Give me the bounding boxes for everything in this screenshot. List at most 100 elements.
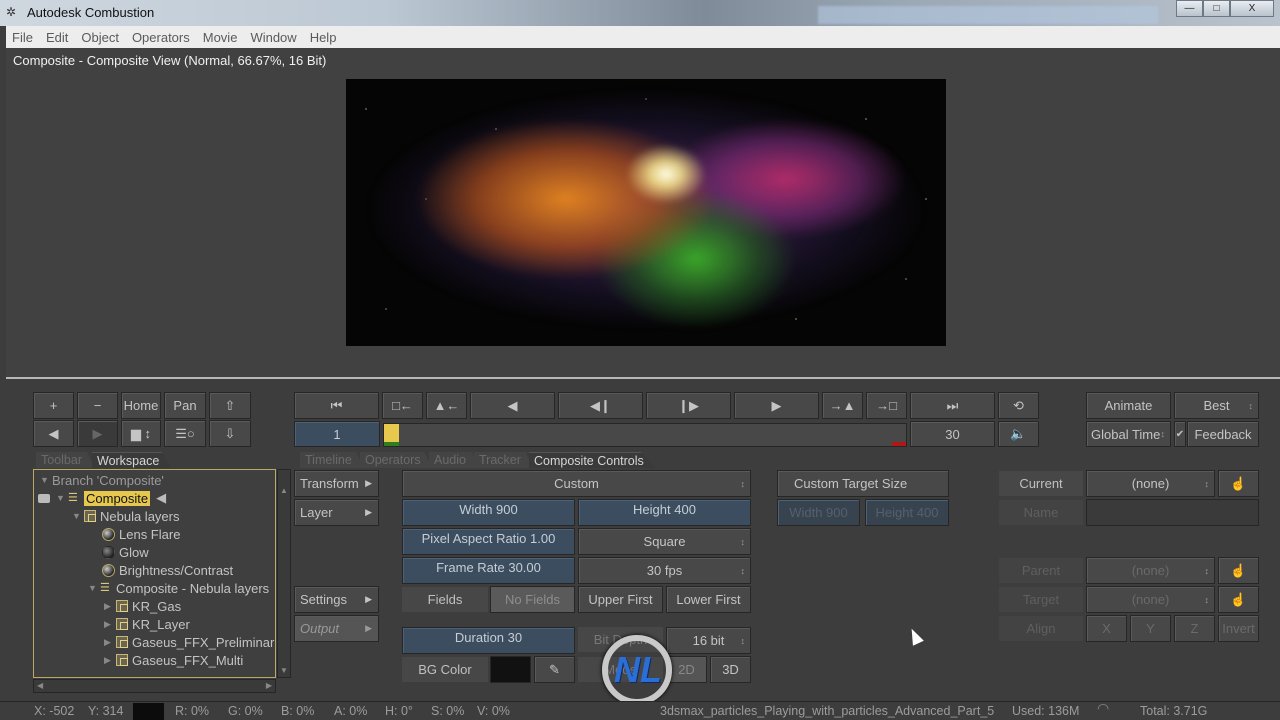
tab-toolbar[interactable]: Toolbar	[36, 452, 94, 468]
parent-dropdown[interactable]: (none)	[1086, 557, 1215, 584]
menu-object[interactable]: Object	[81, 30, 119, 45]
loop-button[interactable]: ⟲	[998, 392, 1039, 419]
target-dropdown[interactable]: (none)	[1086, 586, 1215, 613]
tree-item[interactable]: Lens Flare	[102, 525, 275, 543]
step-forward-button[interactable]: ❙▶	[646, 392, 731, 419]
invert-button[interactable]: Invert	[1218, 615, 1259, 642]
tree-vertical-scrollbar[interactable]: ▲ ▼	[277, 469, 291, 678]
expand-triangle-icon[interactable]: ▼	[40, 475, 52, 485]
collapse-triangle-icon[interactable]: ▶	[104, 655, 116, 666]
name-input[interactable]	[1086, 499, 1259, 526]
pan-button[interactable]: Pan	[164, 392, 206, 419]
collapse-triangle-icon[interactable]: ▶	[104, 619, 116, 630]
duration-slider[interactable]: Duration 30	[402, 627, 575, 654]
end-frame-field[interactable]: 30	[910, 421, 995, 447]
tree-item[interactable]: ▼ Branch 'Composite'	[40, 471, 275, 489]
schematic-button[interactable]: ☰○	[164, 420, 206, 447]
import-down-button[interactable]: ⇩	[209, 420, 251, 447]
current-pick-button[interactable]: ☝	[1218, 470, 1259, 497]
tree-item[interactable]: Glow	[102, 543, 275, 561]
back-button[interactable]: ◀	[33, 420, 74, 447]
tree-item[interactable]: ▶ Gaseus_FFX_Multi	[104, 651, 275, 669]
transform-menu-button[interactable]: Transform ▶	[294, 470, 379, 497]
collapse-triangle-icon[interactable]: ▶	[104, 637, 116, 648]
tab-operators[interactable]: Operators	[360, 452, 433, 468]
fps-dropdown[interactable]: 30 fps	[578, 557, 751, 584]
menu-file[interactable]: File	[12, 30, 33, 45]
tree-item[interactable]: ▶ KR_Gas	[104, 597, 275, 615]
tree-item[interactable]: ▼ ☰ Composite ◀	[38, 489, 275, 507]
tab-timeline[interactable]: Timeline	[300, 452, 364, 468]
play-reverse-button[interactable]: ◀	[470, 392, 555, 419]
pixel-aspect-slider[interactable]: Pixel Aspect Ratio 1.00	[402, 528, 575, 555]
lower-first-option[interactable]: Lower First	[666, 586, 751, 613]
next-keyframe-button[interactable]: →□	[866, 392, 907, 419]
minimize-button[interactable]: —	[1176, 0, 1203, 17]
align-y-button[interactable]: Y	[1130, 615, 1171, 642]
tree-item[interactable]: ▶ Gaseus_FFX_Preliminar	[104, 633, 275, 651]
no-fields-option[interactable]: No Fields	[490, 586, 575, 613]
mode-3d-option[interactable]: 3D	[710, 656, 751, 683]
current-frame-field[interactable]: 1	[294, 421, 380, 447]
tree-horizontal-scrollbar[interactable]: ◀ ▶	[33, 679, 276, 693]
bit-depth-dropdown[interactable]: 16 bit	[666, 627, 751, 654]
target-height-slider[interactable]: Height 400	[865, 499, 949, 526]
output-menu-button[interactable]: Output ▶	[294, 615, 379, 642]
time-mode-dropdown[interactable]: Global Time	[1086, 421, 1171, 447]
maximize-button[interactable]: □	[1203, 0, 1230, 17]
mode-2d-option[interactable]: 2D	[666, 656, 707, 683]
go-to-start-button[interactable]: ⏮	[294, 392, 379, 419]
zoom-in-button[interactable]: +	[33, 392, 74, 419]
layer-menu-button[interactable]: Layer ▶	[294, 499, 379, 526]
playhead[interactable]	[384, 424, 399, 446]
tree-item[interactable]: ▶ KR_Layer	[104, 615, 275, 633]
eyedropper-button[interactable]: ✎	[534, 656, 575, 683]
menu-window[interactable]: Window	[250, 30, 296, 45]
expand-triangle-icon[interactable]: ▼	[88, 583, 100, 593]
tree-item[interactable]: ▼ ☰ Composite - Nebula layers	[88, 579, 275, 597]
align-x-button[interactable]: X	[1086, 615, 1127, 642]
collapse-triangle-icon[interactable]: ▶	[104, 601, 116, 612]
tree-item[interactable]: Brightness/Contrast	[102, 561, 275, 579]
tab-audio[interactable]: Audio	[429, 452, 478, 468]
feedback-checkbox[interactable]: ✔	[1174, 421, 1186, 447]
width-slider[interactable]: Width 900	[402, 499, 575, 526]
animate-button[interactable]: Animate	[1086, 392, 1171, 419]
export-up-button[interactable]: ⇧	[209, 392, 251, 419]
play-button[interactable]: ▶	[734, 392, 819, 419]
upper-first-option[interactable]: Upper First	[578, 586, 663, 613]
feedback-label[interactable]: Feedback	[1187, 421, 1259, 447]
prev-marker-button[interactable]: ▲←	[426, 392, 467, 419]
tab-workspace[interactable]: Workspace	[92, 452, 172, 468]
home-button[interactable]: Home	[121, 392, 161, 419]
time-ruler[interactable]	[383, 423, 907, 447]
scroll-right-icon[interactable]: ▶	[266, 681, 272, 690]
quality-dropdown[interactable]: Best	[1174, 392, 1259, 419]
view-layout-dropdown[interactable]: ▆ ↕	[121, 420, 161, 447]
close-button[interactable]: X	[1230, 0, 1274, 17]
menu-movie[interactable]: Movie	[203, 30, 238, 45]
height-slider[interactable]: Height 400	[578, 499, 751, 526]
menu-help[interactable]: Help	[310, 30, 337, 45]
scroll-left-icon[interactable]: ◀	[37, 681, 43, 690]
target-pick-button[interactable]: ☝	[1218, 586, 1259, 613]
composite-canvas[interactable]	[346, 79, 946, 346]
audio-button[interactable]: 🔈	[998, 421, 1039, 447]
align-z-button[interactable]: Z	[1174, 615, 1215, 642]
prev-keyframe-button[interactable]: □←	[382, 392, 423, 419]
go-to-end-button[interactable]: ⏭	[910, 392, 995, 419]
current-camera-dropdown[interactable]: (none)	[1086, 470, 1215, 497]
tree-item[interactable]: ▼ Nebula layers	[72, 507, 275, 525]
step-back-button[interactable]: ◀❙	[558, 392, 643, 419]
scroll-up-icon[interactable]: ▲	[280, 486, 288, 495]
expand-triangle-icon[interactable]: ▼	[72, 511, 84, 521]
menu-operators[interactable]: Operators	[132, 30, 190, 45]
pixel-aspect-dropdown[interactable]: Square	[578, 528, 751, 555]
menu-edit[interactable]: Edit	[46, 30, 68, 45]
format-preset-dropdown[interactable]: Custom	[402, 470, 751, 497]
tab-composite-controls[interactable]: Composite Controls	[529, 452, 656, 468]
expand-triangle-icon[interactable]: ▼	[56, 493, 68, 503]
parent-pick-button[interactable]: ☝	[1218, 557, 1259, 584]
zoom-out-button[interactable]: −	[77, 392, 118, 419]
frame-rate-slider[interactable]: Frame Rate 30.00	[402, 557, 575, 584]
